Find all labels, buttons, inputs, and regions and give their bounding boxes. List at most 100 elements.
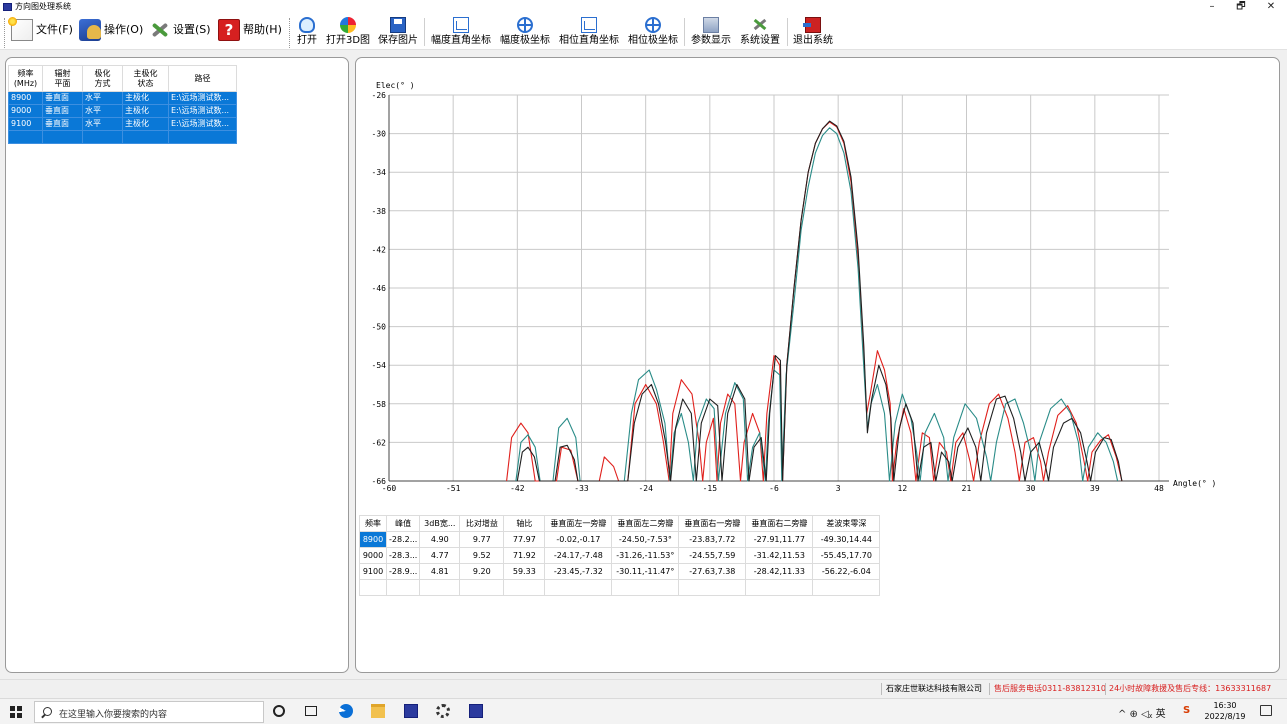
column-header[interactable]: 垂直面左一旁瓣 [544, 515, 613, 532]
column-header[interactable]: 频率 [359, 515, 387, 532]
list-item[interactable]: 9000 垂直面 水平 主极化 E:\远场测试数... [8, 104, 237, 118]
column-header[interactable]: 垂直面右二旁瓣 [745, 515, 814, 532]
cell [611, 579, 680, 596]
open-3d-button[interactable]: 打开3D图 [324, 17, 372, 49]
close-button[interactable]: ✕ [1256, 0, 1286, 14]
hotline: 24小时故障救援及售后专线：13633311687 [1109, 684, 1272, 693]
phase-polar-button[interactable]: 相位极坐标 [625, 17, 681, 49]
cell [8, 130, 43, 144]
table-row[interactable] [359, 579, 881, 596]
column-header[interactable]: 轴比 [503, 515, 546, 532]
table-row[interactable]: 9100 -28.9... 4.81 9.20 59.33 -23.45,-7.… [359, 563, 881, 580]
table-row[interactable]: 8900 -28.2... 4.90 9.77 77.97 -0.02,-0.1… [359, 531, 881, 548]
list-item[interactable] [8, 130, 237, 144]
cell: -28.3... [385, 547, 421, 564]
series-line-3 [516, 120, 1123, 482]
x-tick-label: -24 [638, 484, 653, 493]
param-display-button[interactable]: 参数显示 [688, 17, 734, 49]
cell: 9000 [359, 547, 387, 564]
list-item[interactable]: 8900 垂直面 水平 主极化 E:\远场测试数... [8, 91, 237, 105]
maximize-button[interactable]: 🗗 [1226, 0, 1256, 14]
task-view-icon[interactable] [305, 706, 317, 716]
exit-icon [803, 17, 821, 33]
phase-polar-label: 相位极坐标 [628, 35, 678, 46]
menu-settings[interactable]: 设置(S) [148, 18, 211, 42]
exit-system-label: 退出系统 [793, 35, 833, 46]
menu-file[interactable]: 文件(F) [8, 17, 73, 42]
x-tick-label: -51 [446, 484, 461, 493]
column-header[interactable]: 频率 (MHz) [8, 65, 43, 92]
y-tick-label: -58 [372, 400, 387, 409]
header-polarization: 极化 方式 [94, 68, 111, 88]
column-header[interactable]: 极化 方式 [82, 65, 123, 92]
exit-system-button[interactable]: 退出系统 [790, 17, 836, 49]
app-window: 方向图处理系统 – 🗗 ✕ 文件(F) 操作(O) 设置(S) ? 帮助(H) … [0, 0, 1287, 724]
phase-rect-button[interactable]: 相位直角坐标 [556, 17, 622, 49]
cell: -0.02,-0.17 [544, 531, 613, 548]
cortana-icon[interactable] [273, 705, 285, 717]
save-icon [390, 17, 406, 33]
pattern-app-taskbar-icon[interactable] [404, 704, 418, 718]
x-tick-label: -15 [703, 484, 718, 493]
pattern-app-taskbar-icon-2[interactable] [469, 704, 483, 718]
amplitude-rect-button[interactable]: 幅度直角坐标 [428, 17, 494, 49]
windows-start-icon[interactable] [10, 706, 22, 718]
x-tick-label: 12 [898, 484, 908, 493]
menu-help-label: 帮助(H) [243, 23, 282, 36]
column-header[interactable]: 峰值 [385, 515, 421, 532]
cell: 9100 [359, 563, 387, 580]
save-image-button[interactable]: 保存图片 [376, 17, 420, 49]
menu-help[interactable]: ? 帮助(H) [218, 18, 282, 42]
cell: 9.52 [459, 547, 505, 564]
column-header[interactable]: 3dB宽... [419, 515, 461, 532]
service-phone: 售后服务电话0311-83812310 [994, 684, 1106, 693]
status-bar: 石家庄世联达科技有限公司 售后服务电话0311-83812310 24小时故障救… [0, 679, 1287, 697]
cell: -49.30,14.44 [812, 531, 881, 548]
column-header[interactable]: 垂直面右一旁瓣 [678, 515, 747, 532]
menu-operation[interactable]: 操作(O) [79, 18, 143, 42]
column-header[interactable]: 辐射 平面 [42, 65, 83, 92]
cell: 垂直面 [42, 104, 83, 118]
status-divider [1105, 683, 1106, 695]
y-tick-label: -34 [372, 168, 387, 177]
toolbar-grip[interactable] [4, 18, 7, 48]
cell: 主极化 [122, 91, 169, 105]
open-button[interactable]: 打开 [295, 17, 319, 49]
taskbar-search[interactable]: 在这里输入你要搜索的内容 [34, 701, 264, 723]
column-header[interactable]: 差波束零深 [812, 515, 881, 532]
settings-icon [752, 17, 768, 33]
header-path: 路径 [194, 73, 211, 83]
cell: 垂直面 [42, 91, 83, 105]
open-3d-label: 打开3D图 [325, 35, 371, 46]
x-tick-label: 21 [962, 484, 972, 493]
taskbar-clock[interactable]: 16:30 2022/8/19 [1203, 700, 1247, 722]
cell [122, 130, 169, 144]
column-header[interactable]: 比对增益 [459, 515, 505, 532]
header-plane: 辐射 平面 [54, 68, 71, 88]
notification-center-icon[interactable] [1260, 705, 1272, 716]
pattern-chart[interactable]: -60 -51 -42 -33 -24 -15 -6 3 12 21 30 39 48-26-30-34… [356, 58, 1276, 508]
list-item[interactable]: 9100 垂直面 水平 主极化 E:\远场测试数... [8, 117, 237, 131]
sogou-ime-icon[interactable]: S [1183, 705, 1190, 716]
y-tick-label: -50 [372, 323, 387, 332]
toolbar-grip[interactable] [289, 18, 292, 48]
taskbar: 在这里输入你要搜索的内容 ^ ⊕ ◁ᵪ 英 S 16:30 2022/8/19 [0, 698, 1287, 724]
settings-gear-icon[interactable] [436, 704, 450, 718]
cell [503, 579, 546, 596]
edge-browser-icon[interactable] [339, 704, 353, 718]
cell: 主极化 [122, 104, 169, 118]
menu-settings-label: 设置(S) [173, 23, 211, 36]
minimize-button[interactable]: – [1197, 0, 1227, 14]
file-explorer-icon[interactable] [371, 704, 385, 718]
cell: -28.42,11.33 [745, 563, 814, 580]
column-header[interactable]: 垂直面左二旁瓣 [611, 515, 680, 532]
cell: 9.77 [459, 531, 505, 548]
system-settings-button[interactable]: 系统设置 [737, 17, 783, 49]
cell: -28.9... [385, 563, 421, 580]
cell: E:\远场测试数... [168, 91, 237, 105]
table-row[interactable]: 9000 -28.3... 4.77 9.52 71.92 -24.17,-7.… [359, 547, 881, 564]
column-header[interactable]: 主极化 状态 [122, 65, 169, 92]
column-header[interactable]: 路径 [168, 65, 237, 92]
system-tray-icons[interactable]: ^ ⊕ ◁ᵪ 英 [1118, 705, 1166, 720]
amplitude-polar-button[interactable]: 幅度极坐标 [497, 17, 553, 49]
